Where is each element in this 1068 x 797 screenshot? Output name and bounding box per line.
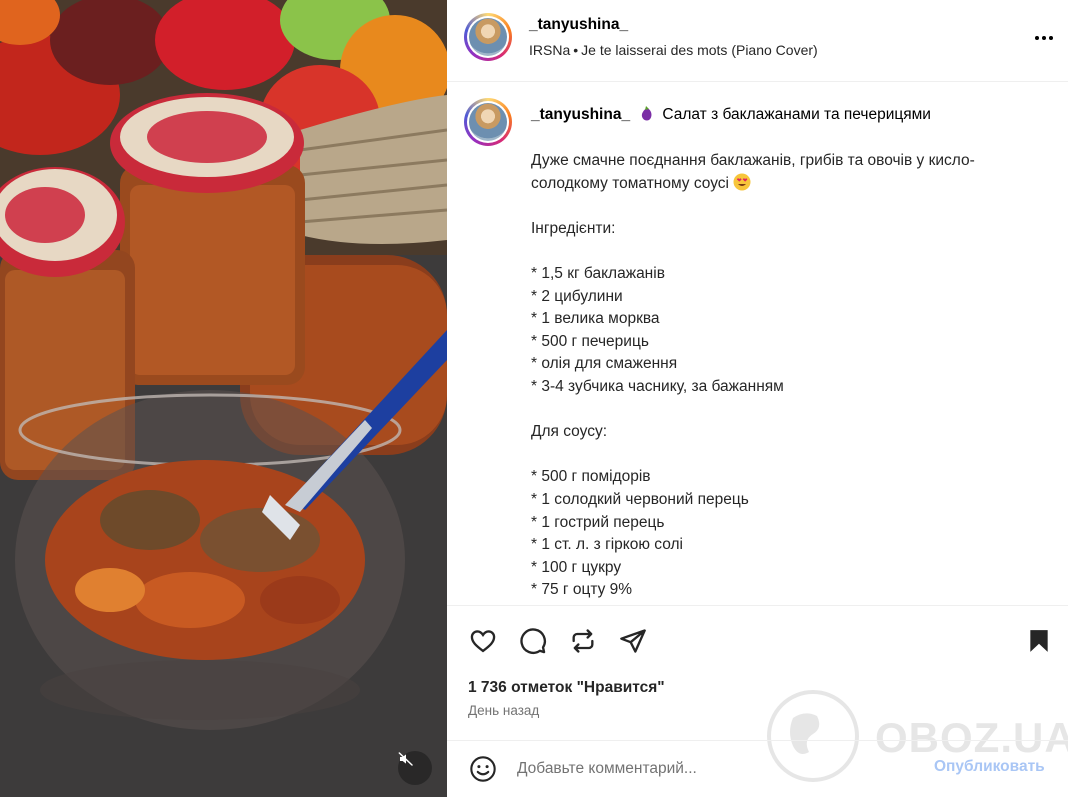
audio-artist[interactable]: IRSNa <box>529 42 570 58</box>
like-button[interactable] <box>468 626 498 656</box>
caption-heading: _tanyushina_ Салат з баклажанами та пече… <box>531 105 931 124</box>
bookmark-filled-icon <box>1030 630 1048 652</box>
post-time[interactable]: День назад <box>468 703 539 718</box>
more-options-button[interactable] <box>1032 26 1056 50</box>
ingredient-item: * олія для смаження <box>531 355 678 373</box>
comment-icon <box>520 628 546 654</box>
emoji-button[interactable] <box>468 754 498 784</box>
caption-area: _tanyushina_ Салат з баклажанами та пече… <box>447 83 1068 605</box>
sauce-heading: Для соусу: <box>531 423 607 441</box>
publish-button[interactable]: Опубликовать <box>934 758 1045 776</box>
audio-separator: • <box>573 42 579 58</box>
smiley-icon <box>470 756 496 782</box>
sauce-item: * 100 г цукру <box>531 558 622 576</box>
heart-eyes-emoji-icon <box>733 173 751 191</box>
caption-avatar[interactable] <box>464 98 512 146</box>
sauce-item: * 1 ст. л. з гіркою солі <box>531 536 683 554</box>
heart-icon <box>470 630 496 653</box>
more-horizontal-icon <box>1035 36 1053 40</box>
ingredient-item: * 1 велика морква <box>531 310 660 328</box>
comment-input[interactable] <box>517 757 917 781</box>
caption-username[interactable]: _tanyushina_ <box>531 106 630 123</box>
audio-info[interactable]: IRSNa • Je te laisserai des mots (Piano Co… <box>529 42 818 58</box>
repost-icon <box>572 629 594 653</box>
author-username[interactable]: _tanyushina_ <box>529 16 628 34</box>
caption-intro: Дуже смачне поєднання баклажанів, грибів… <box>531 152 975 192</box>
mute-button[interactable] <box>398 751 432 785</box>
post-panel: _tanyushina_ IRSNa • Je te laisserai des m… <box>447 0 1068 797</box>
caption-body: Дуже смачне поєднання баклажанів, грибів… <box>531 150 1051 602</box>
sauce-item: * 75 г оцту 9% <box>531 581 633 599</box>
post-actions: 1 736 отметок "Нравится" День назад <box>447 605 1068 740</box>
caption-title: Салат з баклажанами та печерицями <box>662 106 931 123</box>
author-avatar[interactable] <box>464 13 512 61</box>
sauce-item: * 1 солодкий червоний перець <box>531 490 749 508</box>
share-button[interactable] <box>618 626 648 656</box>
save-button[interactable] <box>1024 626 1054 656</box>
photo-illustration <box>0 0 447 797</box>
sauce-item: * 1 гострий перець <box>531 513 665 531</box>
comment-bar: Опубликовать <box>447 740 1068 797</box>
sauce-item: * 500 г помідорів <box>531 468 651 486</box>
repost-button[interactable] <box>568 626 598 656</box>
ingredient-item: * 3-4 зубчика часнику, за бажанням <box>531 377 784 395</box>
likes-count[interactable]: 1 736 отметок "Нравится" <box>468 679 665 697</box>
audio-track[interactable]: Je te laisserai des mots (Piano Cover) <box>581 42 818 58</box>
ingredients-heading: Інгредієнти: <box>531 219 616 237</box>
eggplant-emoji-icon <box>642 106 652 121</box>
send-icon <box>620 629 646 653</box>
comment-button[interactable] <box>518 626 548 656</box>
post-header: _tanyushina_ IRSNa • Je te laisserai des m… <box>447 0 1068 82</box>
ingredient-item: * 500 г печериць <box>531 332 649 350</box>
speaker-muted-icon <box>398 752 413 766</box>
ingredient-item: * 2 цибулини <box>531 287 623 305</box>
ingredient-item: * 1,5 кг баклажанів <box>531 264 665 282</box>
post-photo[interactable] <box>0 0 447 797</box>
